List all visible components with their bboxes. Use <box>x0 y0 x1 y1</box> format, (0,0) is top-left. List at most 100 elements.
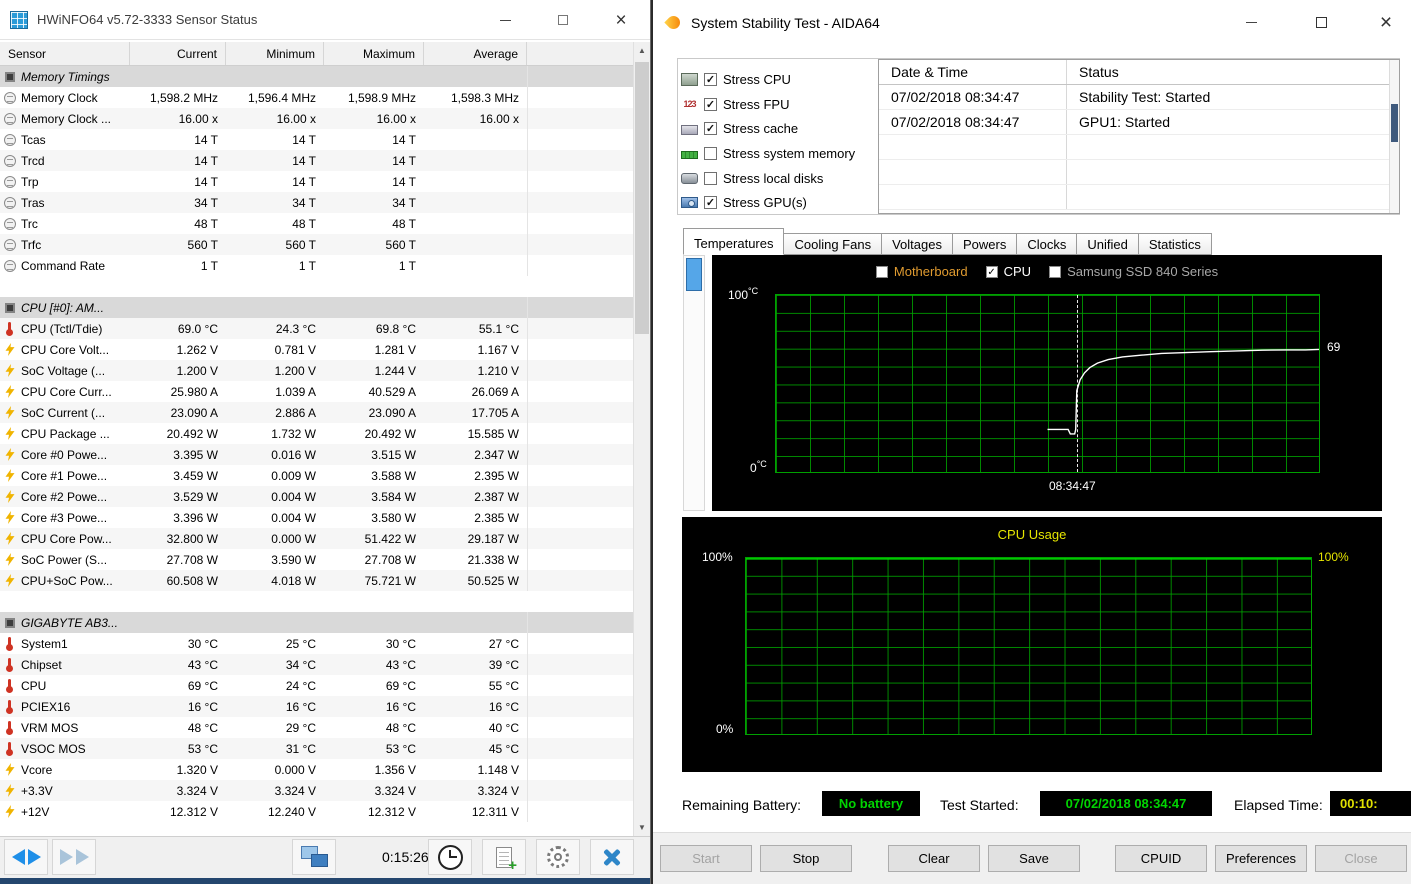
scroll-up-icon[interactable]: ▲ <box>634 42 650 59</box>
tab-statistics[interactable]: Statistics <box>1138 233 1212 255</box>
sensor-row[interactable]: CPU Core Pow... 32.800 W 0.000 W 51.422 W 29… <box>0 528 634 549</box>
hwinfo-minimize-button[interactable] <box>488 0 522 40</box>
graph-range-slider-thumb[interactable] <box>686 258 702 291</box>
swap-arrows-button[interactable] <box>4 839 48 875</box>
tab-powers[interactable]: Powers <box>952 233 1018 255</box>
sensor-row[interactable]: SoC Power (S... 27.708 W 3.590 W 27.708 W 21… <box>0 549 634 570</box>
stress-option-stress-gpu-s-[interactable]: ✓ Stress GPU(s) <box>681 190 855 215</box>
log-row[interactable]: 07/02/2018 08:34:47 GPU1: Started <box>879 110 1399 135</box>
sensor-row[interactable]: CPU Package ... 20.492 W 1.732 W 20.492 W 15… <box>0 423 634 444</box>
column-header-maximum[interactable]: Maximum <box>324 42 424 65</box>
sensor-row[interactable]: Trp 14 T 14 T 14 T <box>0 171 634 192</box>
exit-button[interactable] <box>590 839 634 875</box>
clear-button[interactable]: Clear <box>888 845 980 872</box>
checkbox[interactable]: ✓ <box>704 196 717 210</box>
hwinfo-maximize-button[interactable] <box>546 0 580 40</box>
sensor-group-row[interactable]: CPU [#0]: AM... <box>0 297 634 318</box>
timing-icon <box>4 90 16 105</box>
sensor-row[interactable]: PCIEX16 16 °C 16 °C 16 °C 16 °C <box>0 696 634 717</box>
log-column-status[interactable]: Status <box>1066 60 1399 84</box>
column-header-average[interactable]: Average <box>424 42 527 65</box>
column-header-sensor[interactable]: Sensor <box>0 42 130 65</box>
stop-button[interactable]: Stop <box>760 845 852 872</box>
sensor-row[interactable]: Trfc 560 T 560 T 560 T <box>0 234 634 255</box>
sensor-row[interactable]: CPU+SoC Pow... 60.508 W 4.018 W 75.721 W 50.… <box>0 570 634 591</box>
tab-unified[interactable]: Unified <box>1077 233 1139 255</box>
sensor-row[interactable]: CPU Core Curr... 25.980 A 1.039 A 40.529 A 2… <box>0 381 634 402</box>
sensor-group-row[interactable]: Memory Timings <box>0 66 634 87</box>
sensor-row[interactable]: +3.3V 3.324 V 3.324 V 3.324 V 3.324 V <box>0 780 634 801</box>
column-header-current[interactable]: Current <box>130 42 226 65</box>
settings-button[interactable] <box>536 839 580 875</box>
tab-cooling-fans[interactable]: Cooling Fans <box>784 233 883 255</box>
sensor-row[interactable]: SoC Voltage (... 1.200 V 1.200 V 1.244 V 1.2… <box>0 360 634 381</box>
stress-option-stress-cache[interactable]: ✓ Stress cache <box>681 116 855 141</box>
tab-clocks[interactable]: Clocks <box>1017 233 1078 255</box>
sensor-row[interactable]: Trc 48 T 48 T 48 T <box>0 213 634 234</box>
checkbox[interactable]: ✓ <box>704 122 717 136</box>
cpuid-button[interactable]: CPUID <box>1115 845 1207 872</box>
sensor-row[interactable]: Command Rate 1 T 1 T 1 T <box>0 255 634 276</box>
log-row[interactable]: 07/02/2018 08:34:47 Stability Test: Start… <box>879 85 1399 110</box>
log-datetime <box>879 185 1066 209</box>
checkbox[interactable]: ✓ <box>704 72 717 86</box>
log-scrollbar-thumb[interactable] <box>1391 104 1398 142</box>
report-button[interactable] <box>482 839 526 875</box>
remote-monitoring-button[interactable] <box>292 839 336 875</box>
graph-range-slider[interactable] <box>683 255 705 511</box>
checkbox[interactable]: ✓ <box>985 265 998 278</box>
checkbox[interactable]: ✓ <box>704 97 717 111</box>
checkbox[interactable] <box>704 146 717 160</box>
tab-temperatures[interactable]: Temperatures <box>683 228 785 255</box>
stress-option-stress-fpu[interactable]: 123 ✓ Stress FPU <box>681 92 855 117</box>
stress-option-stress-system-memory[interactable]: Stress system memory <box>681 141 855 166</box>
sensor-row[interactable]: Trcd 14 T 14 T 14 T <box>0 150 634 171</box>
sensor-row[interactable]: CPU 69 °C 24 °C 69 °C 55 °C <box>0 675 634 696</box>
tab-voltages[interactable]: Voltages <box>882 233 953 255</box>
checkbox[interactable] <box>704 171 717 185</box>
stress-option-stress-local-disks[interactable]: Stress local disks <box>681 166 855 191</box>
sensor-row[interactable]: Core #1 Powe... 3.459 W 0.009 W 3.588 W 2.39… <box>0 465 634 486</box>
sensor-row[interactable]: System1 30 °C 25 °C 30 °C 27 °C <box>0 633 634 654</box>
aida-maximize-button[interactable] <box>1303 0 1339 45</box>
sensor-row[interactable]: Core #3 Powe... 3.396 W 0.004 W 3.580 W 2.38… <box>0 507 634 528</box>
sensor-row[interactable]: +12V 12.312 V 12.240 V 12.312 V 12.311 V <box>0 801 634 822</box>
stress-option-stress-cpu[interactable]: ✓ Stress CPU <box>681 67 855 92</box>
save-button[interactable]: Save <box>988 845 1080 872</box>
checkbox[interactable] <box>1049 265 1062 278</box>
scrollbar-thumb[interactable] <box>635 62 649 334</box>
checkbox[interactable] <box>875 265 888 278</box>
logging-clock-button[interactable] <box>428 839 472 875</box>
sensor-row[interactable]: Tcas 14 T 14 T 14 T <box>0 129 634 150</box>
hwinfo-close-button[interactable]: × <box>604 0 638 40</box>
legend-item-motherboard[interactable]: Motherboard <box>875 264 968 279</box>
column-header-minimum[interactable]: Minimum <box>226 42 324 65</box>
legend-item-samsung-ssd-840-series[interactable]: Samsung SSD 840 Series <box>1049 264 1218 279</box>
sensor-row[interactable]: Core #2 Powe... 3.529 W 0.004 W 3.584 W 2.38… <box>0 486 634 507</box>
log-column-datetime[interactable]: Date & Time <box>879 60 1066 84</box>
legend-item-cpu[interactable]: ✓ CPU <box>985 264 1031 279</box>
sensor-row[interactable]: SoC Current (... 23.090 A 2.886 A 23.090 A 1… <box>0 402 634 423</box>
sensor-row[interactable]: VRM MOS 48 °C 29 °C 48 °C 40 °C <box>0 717 634 738</box>
sensor-row[interactable]: VSOC MOS 53 °C 31 °C 53 °C 45 °C <box>0 738 634 759</box>
aida-minimize-button[interactable] <box>1233 0 1269 45</box>
scroll-down-icon[interactable]: ▼ <box>634 819 650 836</box>
sensor-row[interactable]: Vcore 1.320 V 0.000 V 1.356 V 1.148 V <box>0 759 634 780</box>
maximum-value: 3.515 W <box>371 447 416 462</box>
forward-arrows-button[interactable] <box>52 839 96 875</box>
sensor-row[interactable]: Tras 34 T 34 T 34 T <box>0 192 634 213</box>
maximize-icon <box>558 15 568 25</box>
preferences-button[interactable]: Preferences <box>1215 845 1307 872</box>
log-scrollbar[interactable] <box>1389 60 1399 213</box>
aida-close-button[interactable]: × <box>1368 0 1404 45</box>
sensor-row[interactable]: Chipset 43 °C 34 °C 43 °C 39 °C <box>0 654 634 675</box>
sensor-row[interactable]: Core #0 Powe... 3.395 W 0.016 W 3.515 W 2.34… <box>0 444 634 465</box>
sensor-row[interactable]: Memory Clock ... 16.00 x 16.00 x 16.00 x 16.… <box>0 108 634 129</box>
legend-label: Motherboard <box>893 264 968 279</box>
sensor-group-row[interactable]: GIGABYTE AB3... <box>0 612 634 633</box>
sensor-table-scrollbar[interactable]: ▲ ▼ <box>633 42 650 836</box>
sensor-row[interactable]: CPU (Tctl/Tdie) 69.0 °C 24.3 °C 69.8 °C 55.1… <box>0 318 634 339</box>
row-filler <box>527 255 634 276</box>
sensor-row[interactable]: Memory Clock 1,598.2 MHz 1,596.4 MHz 1,598.… <box>0 87 634 108</box>
sensor-row[interactable]: CPU Core Volt... 1.262 V 0.781 V 1.281 V 1.1… <box>0 339 634 360</box>
